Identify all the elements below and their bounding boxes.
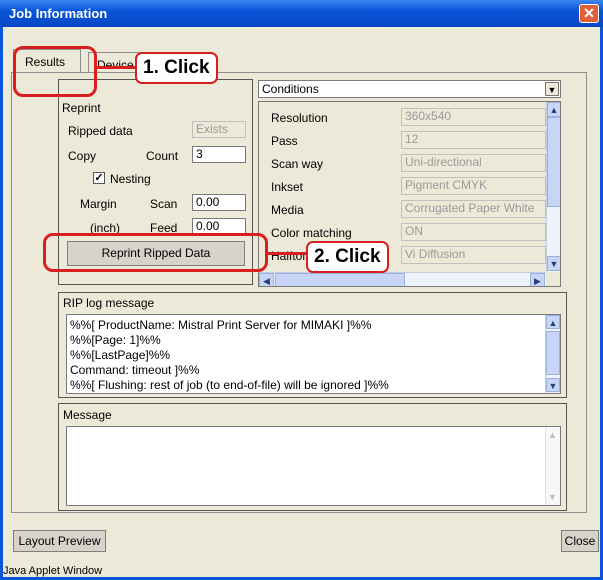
conditions-dropdown-value: Conditions bbox=[262, 82, 319, 96]
condition-value: Corrugated Paper White bbox=[401, 200, 546, 218]
condition-label: Media bbox=[271, 203, 304, 217]
rip-log-line: %%[ ProductName: Mistral Print Server fo… bbox=[70, 318, 372, 332]
condition-value: Vi Diffusion bbox=[401, 246, 546, 264]
chevron-up-icon[interactable]: ▲ bbox=[547, 102, 560, 117]
chevron-down-icon[interactable]: ▼ bbox=[546, 378, 560, 392]
callout-step-1: 1. Click bbox=[135, 52, 218, 84]
message-v-scrollbar[interactable]: ▲ ▼ bbox=[545, 427, 560, 505]
rip-log-v-thumb[interactable] bbox=[546, 331, 560, 375]
count-label: Count bbox=[146, 149, 179, 163]
condition-value: ON bbox=[401, 223, 546, 241]
conditions-list: Resolution 360x540 Pass 12 Scan way Uni-direc… bbox=[258, 101, 561, 287]
close-icon: ✕ bbox=[583, 5, 595, 21]
callout-ring-reprint-button bbox=[43, 233, 268, 272]
rip-log-v-scrollbar[interactable]: ▲ ▼ bbox=[545, 315, 560, 393]
window-title: Job Information bbox=[9, 6, 108, 21]
rip-log-line: %%[LastPage]%% bbox=[70, 348, 171, 362]
chevron-down-icon[interactable]: ▼ bbox=[547, 256, 560, 271]
margin-label: Margin bbox=[80, 197, 117, 211]
condition-label: Inkset bbox=[271, 180, 304, 194]
callout-connector-2 bbox=[266, 252, 308, 255]
callout-connector-1 bbox=[95, 66, 137, 69]
window-titlebar: Job Information bbox=[0, 0, 603, 27]
nesting-checkbox[interactable]: ✓ bbox=[93, 172, 105, 184]
status-bar: Java Applet Window bbox=[3, 565, 103, 577]
rip-log-title: RIP log message bbox=[63, 296, 155, 310]
copy-label: Copy bbox=[68, 149, 97, 163]
rip-log-line: %%[Page: 1]%% bbox=[70, 333, 161, 347]
checkmark-icon: ✓ bbox=[94, 172, 104, 184]
conditions-h-thumb[interactable] bbox=[275, 273, 405, 286]
nesting-label: Nesting bbox=[110, 172, 151, 186]
scan-margin-input[interactable]: 0.00 bbox=[192, 194, 246, 211]
chevron-up-icon: ▲ bbox=[548, 430, 557, 440]
callout-ring-results-tab bbox=[13, 46, 97, 97]
rip-log-line: Command: timeout ]%% bbox=[70, 363, 200, 377]
condition-label: Color matching bbox=[271, 226, 352, 240]
chevron-up-icon[interactable]: ▲ bbox=[546, 315, 560, 329]
condition-value: Uni-directional bbox=[401, 154, 546, 172]
condition-label: Scan way bbox=[271, 157, 324, 171]
condition-label: Resolution bbox=[271, 111, 328, 125]
rip-log-line: %%[ Flushing: rest of job (to end-of-fil… bbox=[70, 378, 389, 392]
conditions-h-scrollbar[interactable]: ◀ ▶ bbox=[259, 272, 546, 286]
chevron-left-icon[interactable]: ◀ bbox=[259, 273, 274, 286]
callout-step-2: 2. Click bbox=[306, 241, 389, 273]
close-button[interactable]: Close bbox=[561, 530, 599, 552]
conditions-dropdown[interactable]: Conditions ▼ bbox=[258, 80, 561, 98]
window-close-button[interactable]: ✕ bbox=[579, 4, 599, 23]
count-input[interactable]: 3 bbox=[192, 146, 246, 163]
scan-label: Scan bbox=[150, 197, 178, 211]
condition-value: 360x540 bbox=[401, 108, 546, 126]
message-textarea[interactable]: ▲ ▼ bbox=[66, 426, 561, 506]
rip-log-textarea[interactable]: %%[ ProductName: Mistral Print Server fo… bbox=[66, 314, 561, 394]
message-title: Message bbox=[63, 408, 112, 422]
condition-label: Pass bbox=[271, 134, 298, 148]
ripped-data-label: Ripped data bbox=[68, 124, 133, 138]
chevron-down-icon: ▼ bbox=[548, 492, 557, 502]
triangle-down-icon: ▼ bbox=[545, 82, 559, 96]
reprint-title: Reprint bbox=[62, 101, 101, 115]
conditions-v-scrollbar[interactable]: ▲ ▼ bbox=[546, 102, 560, 272]
ripped-data-field: Exists bbox=[192, 121, 246, 138]
condition-value: Pigment CMYK bbox=[401, 177, 546, 195]
condition-value: 12 bbox=[401, 131, 546, 149]
conditions-v-thumb[interactable] bbox=[547, 117, 560, 207]
tab-device-label: Device bbox=[97, 58, 134, 72]
chevron-right-icon[interactable]: ▶ bbox=[530, 273, 545, 286]
layout-preview-button[interactable]: Layout Preview bbox=[13, 530, 106, 552]
